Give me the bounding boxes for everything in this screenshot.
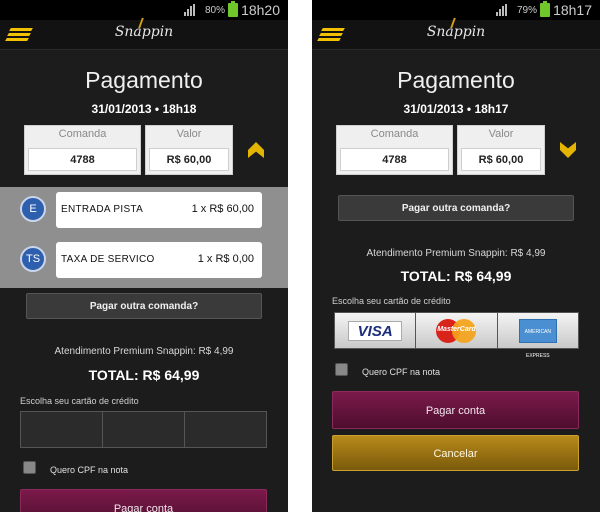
card-option[interactable] xyxy=(21,412,103,447)
visa-logo-icon: VISA xyxy=(348,320,403,341)
expand-items-icon[interactable] xyxy=(560,142,576,158)
mastercard-logo-icon: MasterCard xyxy=(436,318,477,343)
pay-other-button[interactable]: Pagar outra comanda? xyxy=(26,293,262,319)
pay-other-button[interactable]: Pagar outra comanda? xyxy=(338,195,574,221)
comanda-box: Comanda 4788 xyxy=(336,125,453,175)
item-amount: 1 x R$ 0,00 xyxy=(197,253,254,265)
comanda-box: Comanda 4788 xyxy=(24,125,141,175)
choose-card-label: Escolha seu cartão de crédito xyxy=(20,396,139,406)
cancel-button[interactable]: Cancelar xyxy=(332,435,579,471)
phone-screen-left: 80% 18h20 Snappin Pagamento 31/01/2013 •… xyxy=(0,0,288,512)
main-content: Pagamento 31/01/2013 • 18h18 Comanda 478… xyxy=(0,50,288,512)
phone-screen-right: 79% 18h17 Snappin Pagamento 31/01/2013 •… xyxy=(312,0,600,512)
comanda-value[interactable]: 4788 xyxy=(340,148,449,171)
choose-card-label: Escolha seu cartão de crédito xyxy=(332,296,451,306)
comanda-label: Comanda xyxy=(58,128,107,140)
app-logo: Snappin xyxy=(312,18,600,40)
item-name: ENTRADA PISTA xyxy=(61,204,144,215)
battery-percent: 80% xyxy=(204,5,225,16)
cpf-label: Quero CPF na nota xyxy=(362,367,441,377)
item-badge: TS xyxy=(20,246,46,272)
card-option-amex[interactable]: AMERICAN EXPRESS xyxy=(497,313,578,359)
app-bar: Snappin xyxy=(0,18,288,50)
valor-value: R$ 60,00 xyxy=(149,148,229,171)
valor-box: Valor R$ 60,00 xyxy=(145,125,233,175)
signal-icon xyxy=(184,4,196,16)
amex-logo-icon: AMERICAN EXPRESS xyxy=(518,318,557,359)
card-option[interactable] xyxy=(185,412,266,447)
valor-label: Valor xyxy=(488,128,514,140)
mastercard-text: MasterCard xyxy=(437,325,476,333)
main-content: Pagamento 31/01/2013 • 18h17 Comanda 478… xyxy=(312,50,600,512)
valor-label: Valor xyxy=(176,128,202,140)
status-bar: 80% 18h20 xyxy=(0,0,288,20)
list-item: TAXA DE SERVICO 1 x R$ 0,00 xyxy=(56,242,262,278)
payment-date: 31/01/2013 • 18h17 xyxy=(403,102,509,116)
valor-value: R$ 60,00 xyxy=(461,148,541,171)
item-name: TAXA DE SERVICO xyxy=(61,254,155,265)
item-badge: E xyxy=(20,196,46,222)
clock: 18h17 xyxy=(553,2,592,18)
card-option[interactable] xyxy=(103,412,185,447)
app-bar: Snappin xyxy=(312,18,600,50)
payment-date: 31/01/2013 • 18h18 xyxy=(91,102,197,116)
cpf-checkbox[interactable] xyxy=(335,363,348,376)
app-logo: Snappin xyxy=(0,18,288,40)
signal-icon xyxy=(496,4,508,16)
cpf-label: Quero CPF na nota xyxy=(50,465,129,475)
page-title: Pagamento xyxy=(397,67,515,93)
card-selector: VISA MasterCard AMERICAN EXPRESS xyxy=(334,312,579,359)
status-bar: 79% 18h17 xyxy=(312,0,600,20)
card-selector xyxy=(20,411,267,448)
page-title: Pagamento xyxy=(85,67,203,93)
valor-box: Valor R$ 60,00 xyxy=(457,125,545,175)
battery-icon xyxy=(540,1,550,17)
battery-percent: 79% xyxy=(516,5,537,16)
pay-button[interactable]: Pagar conta xyxy=(20,489,267,512)
card-option-visa[interactable]: VISA xyxy=(335,313,417,348)
pay-button[interactable]: Pagar conta xyxy=(332,391,579,429)
total-amount: TOTAL: R$ 64,99 xyxy=(88,367,200,383)
item-amount: 1 x R$ 60,00 xyxy=(191,203,254,215)
comanda-label: Comanda xyxy=(370,128,419,140)
items-list: ENTRADA PISTA 1 x R$ 60,00 E TAXA DE SER… xyxy=(0,187,288,288)
total-amount: TOTAL: R$ 64,99 xyxy=(400,268,512,284)
clock: 18h20 xyxy=(241,2,280,18)
premium-fee: Atendimento Premium Snappin: R$ 4,99 xyxy=(54,346,234,357)
card-option-mastercard[interactable]: MasterCard xyxy=(416,313,498,348)
comanda-value[interactable]: 4788 xyxy=(28,148,137,171)
collapse-items-icon[interactable] xyxy=(248,142,264,158)
battery-icon xyxy=(228,1,238,17)
list-item: ENTRADA PISTA 1 x R$ 60,00 xyxy=(56,192,262,228)
premium-fee: Atendimento Premium Snappin: R$ 4,99 xyxy=(366,248,546,259)
cpf-checkbox[interactable] xyxy=(23,461,36,474)
